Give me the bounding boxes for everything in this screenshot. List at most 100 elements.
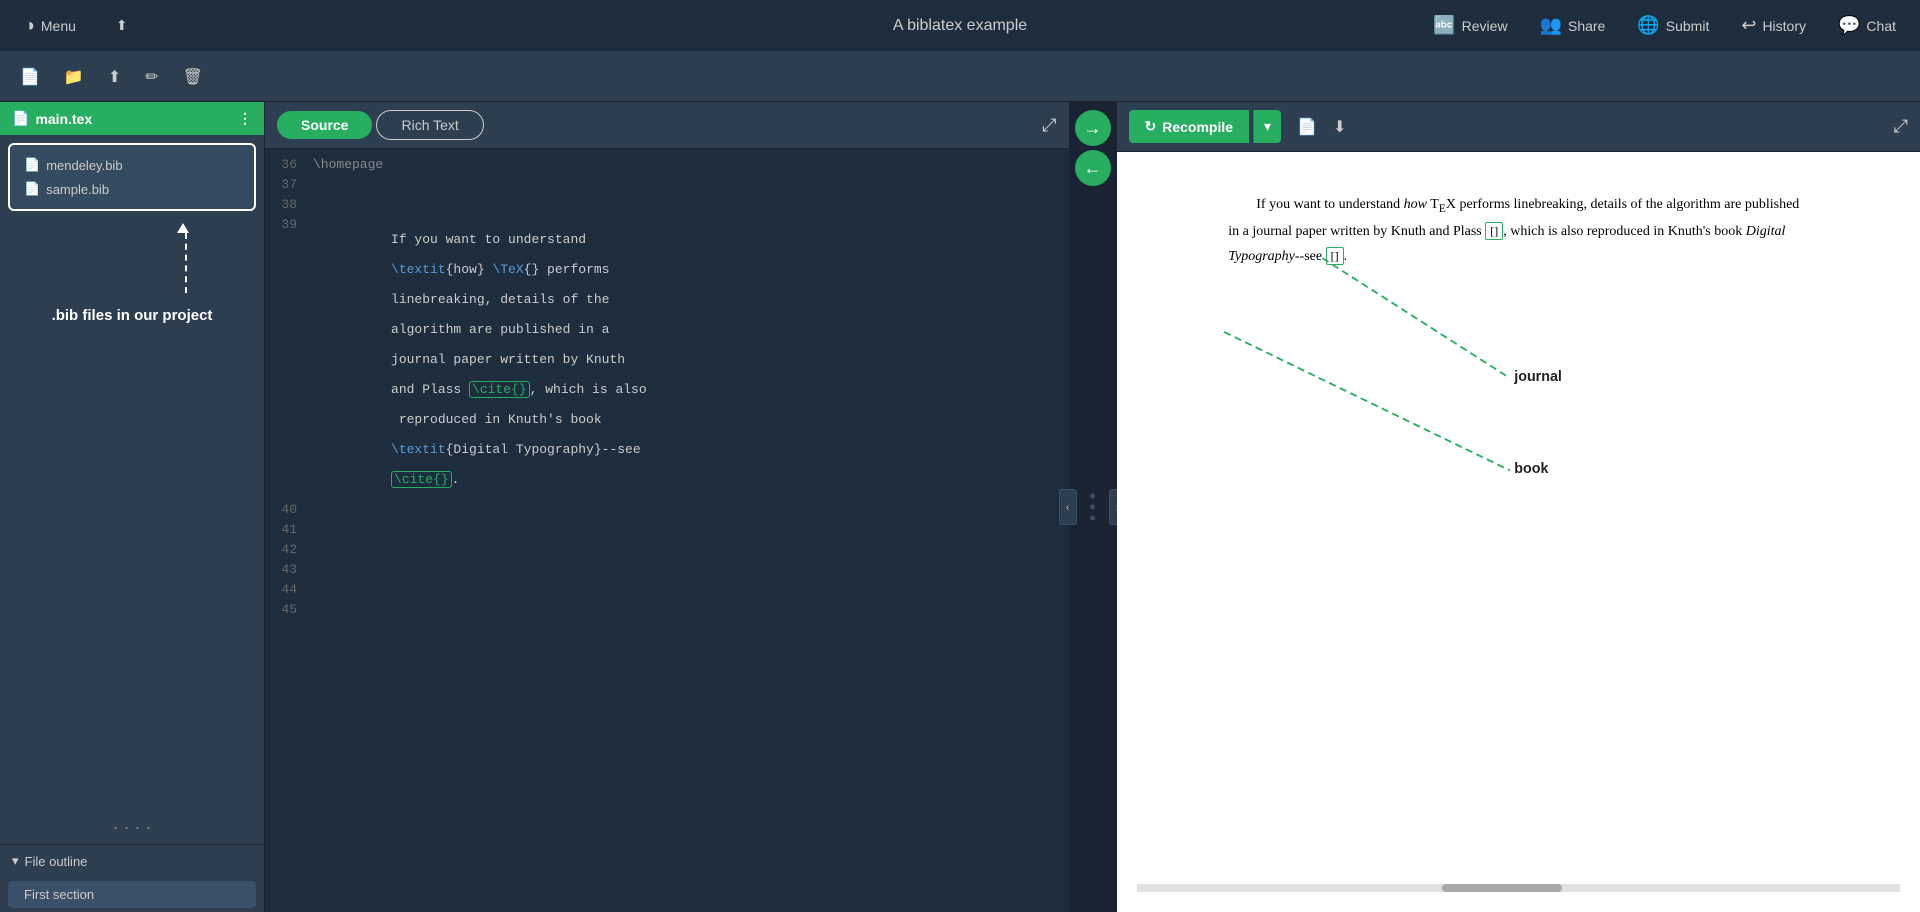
preview-pane: ↻ Recompile ▾ 📄 ⬇ ⤢ If you want to under… [1117,102,1920,912]
sidebar-file-header: 📄 main.tex ⋮ [0,102,264,135]
back-arrow-button[interactable]: ← [1075,150,1111,186]
main-file-name[interactable]: main.tex [35,111,92,127]
bib-label: .bib files in our project [8,297,256,334]
bib-arrow-line [185,233,187,293]
more-options-icon[interactable]: ⋮ [238,110,252,127]
preview-rendered-text: If you want to understand how TEX perfor… [1117,152,1920,309]
expand-editor-button[interactable]: ⤢ [1042,115,1056,136]
code-text-normal: If you want to understand [391,232,586,247]
share-icon: 👥 [1540,15,1562,36]
app-title: A biblatex example [644,17,1276,35]
code-keyword-tex: \TeX [492,262,523,277]
back-button[interactable]: ⬆ [104,11,140,40]
cite-box-1[interactable]: \cite{} [469,381,530,398]
review-button[interactable]: 🔤 Review [1421,9,1519,42]
bib-file-name-sample: sample.bib [46,182,109,197]
code-line-43: 43 [265,562,1069,582]
preview-file-icon-button[interactable]: 📄 [1293,113,1321,141]
navbar-left: ◑ Menu ⬆ [12,9,644,42]
preview-paragraph: If you want to understand how TEX perfor… [1228,192,1808,269]
submit-button[interactable]: 🌐 Submit [1625,9,1721,42]
bib-files-box: 📄 mendeley.bib 📄 sample.bib [8,143,256,211]
cite-ref-2: [] [1326,247,1344,265]
file-outline-label: File outline [25,854,88,869]
overleaf-logo-icon: ◑ [24,15,35,36]
bib-file-sample[interactable]: 📄 sample.bib [18,177,246,201]
code-line-38: 38 [265,197,1069,217]
share-label: Share [1568,18,1605,34]
preview-scrollbar[interactable] [1137,884,1901,892]
cite-box-2[interactable]: \cite{} [391,471,452,488]
code-keyword-textit: \textit [391,262,446,277]
preview-download-button[interactable]: ⬇ [1329,113,1350,141]
preview-content-wrapper: If you want to understand how TEX perfor… [1117,152,1920,912]
tab-richtext[interactable]: Rich Text [376,110,483,140]
bib-file-name-mendeley: mendeley.bib [46,158,122,173]
code-line-42: 42 [265,542,1069,562]
code-line-41: 41 [265,522,1069,542]
code-line-44: 44 [265,582,1069,602]
recompile-icon: ↻ [1145,118,1157,135]
menu-button[interactable]: ◑ Menu [12,9,88,42]
divider-dots [1090,494,1095,521]
recompile-button[interactable]: ↻ Recompile [1129,110,1250,143]
code-line-45: 45 [265,602,1069,622]
review-icon: 🔤 [1433,15,1455,36]
share-button[interactable]: 👥 Share [1528,9,1618,42]
bib-arrow-head [177,223,189,233]
submit-label: Submit [1666,18,1710,34]
outline-item-first-section[interactable]: First section [8,881,256,908]
forward-arrow-button[interactable]: → [1075,110,1111,146]
preview-icons: 📄 ⬇ [1293,113,1350,141]
history-button[interactable]: ↩ History [1729,9,1818,42]
resize-handle[interactable]: · · · · [0,811,264,844]
sidebar: 📄 main.tex ⋮ 📄 mendeley.bib 📄 sample.bib [0,102,265,912]
navbar: ◑ Menu ⬆ A biblatex example 🔤 Review 👥 S… [0,0,1920,52]
svg-text:book: book [1514,461,1549,477]
code-keyword-textit2: \textit [391,442,446,457]
navbar-right: 🔤 Review 👥 Share 🌐 Submit ↩ History 💬 Ch… [1276,9,1908,42]
bib-file-icon-mendeley: 📄 [24,157,40,173]
upload-button[interactable]: ⬆ [100,61,129,93]
preview-scrollbar-handle[interactable] [1442,884,1562,892]
edit-button[interactable]: ✏ [137,61,166,93]
open-folder-button[interactable]: 📁 [56,61,92,93]
submit-icon: 🌐 [1637,15,1659,36]
bib-file-icon-sample: 📄 [24,181,40,197]
sidebar-bottom: · · · · ▾ File outline First section [0,811,264,912]
recompile-label: Recompile [1162,119,1233,135]
editor-content[interactable]: 36 \homepage 37 38 39 If you want to und… [265,149,1069,912]
new-file-button[interactable]: 📄 [12,61,48,93]
recompile-dropdown-button[interactable]: ▾ [1253,110,1281,143]
chat-button[interactable]: 💬 Chat [1826,9,1908,42]
code-line-39: 39 If you want to understand \textit{how… [265,217,1069,502]
main-file-icon: 📄 [12,110,29,127]
menu-label: Menu [41,18,76,34]
toolbar: 📄 📁 ⬆ ✏ 🗑 [0,52,1920,102]
chevron-down-icon: ▾ [12,853,19,869]
bib-file-mendeley[interactable]: 📄 mendeley.bib [18,153,246,177]
chat-icon: 💬 [1838,15,1860,36]
review-label: Review [1462,18,1508,34]
bib-arrow-container [8,219,256,297]
editor-pane: Source Rich Text ⤢ 36 \homepage 37 38 39 [265,102,1069,912]
back-icon: ⬆ [116,17,128,34]
divider: → ← ‹ › [1069,102,1117,912]
preview-italic-digital: Digital Typography [1228,224,1785,264]
svg-text:journal: journal [1513,369,1562,385]
sidebar-files: 📄 mendeley.bib 📄 sample.bib .bib files i… [0,135,264,342]
collapse-editor-button[interactable]: ‹ [1059,489,1077,525]
recompile-area: ↻ Recompile ▾ 📄 ⬇ ⤢ [1117,102,1920,152]
editor-tabs: Source Rich Text ⤢ [265,102,1069,149]
preview-collapse-button[interactable]: ⤢ [1894,116,1908,137]
cite-ref-1: [] [1485,222,1503,240]
code-line-40: 40 [265,502,1069,522]
delete-button[interactable]: 🗑 [175,61,211,93]
chat-label: Chat [1866,18,1896,34]
preview-italic-how: how [1404,197,1427,212]
main-container: 📄 main.tex ⋮ 📄 mendeley.bib 📄 sample.bib [0,102,1920,912]
history-label: History [1762,18,1806,34]
file-outline-header[interactable]: ▾ File outline [0,844,264,877]
tab-source[interactable]: Source [277,111,372,139]
code-line-36: 36 \homepage [265,157,1069,177]
